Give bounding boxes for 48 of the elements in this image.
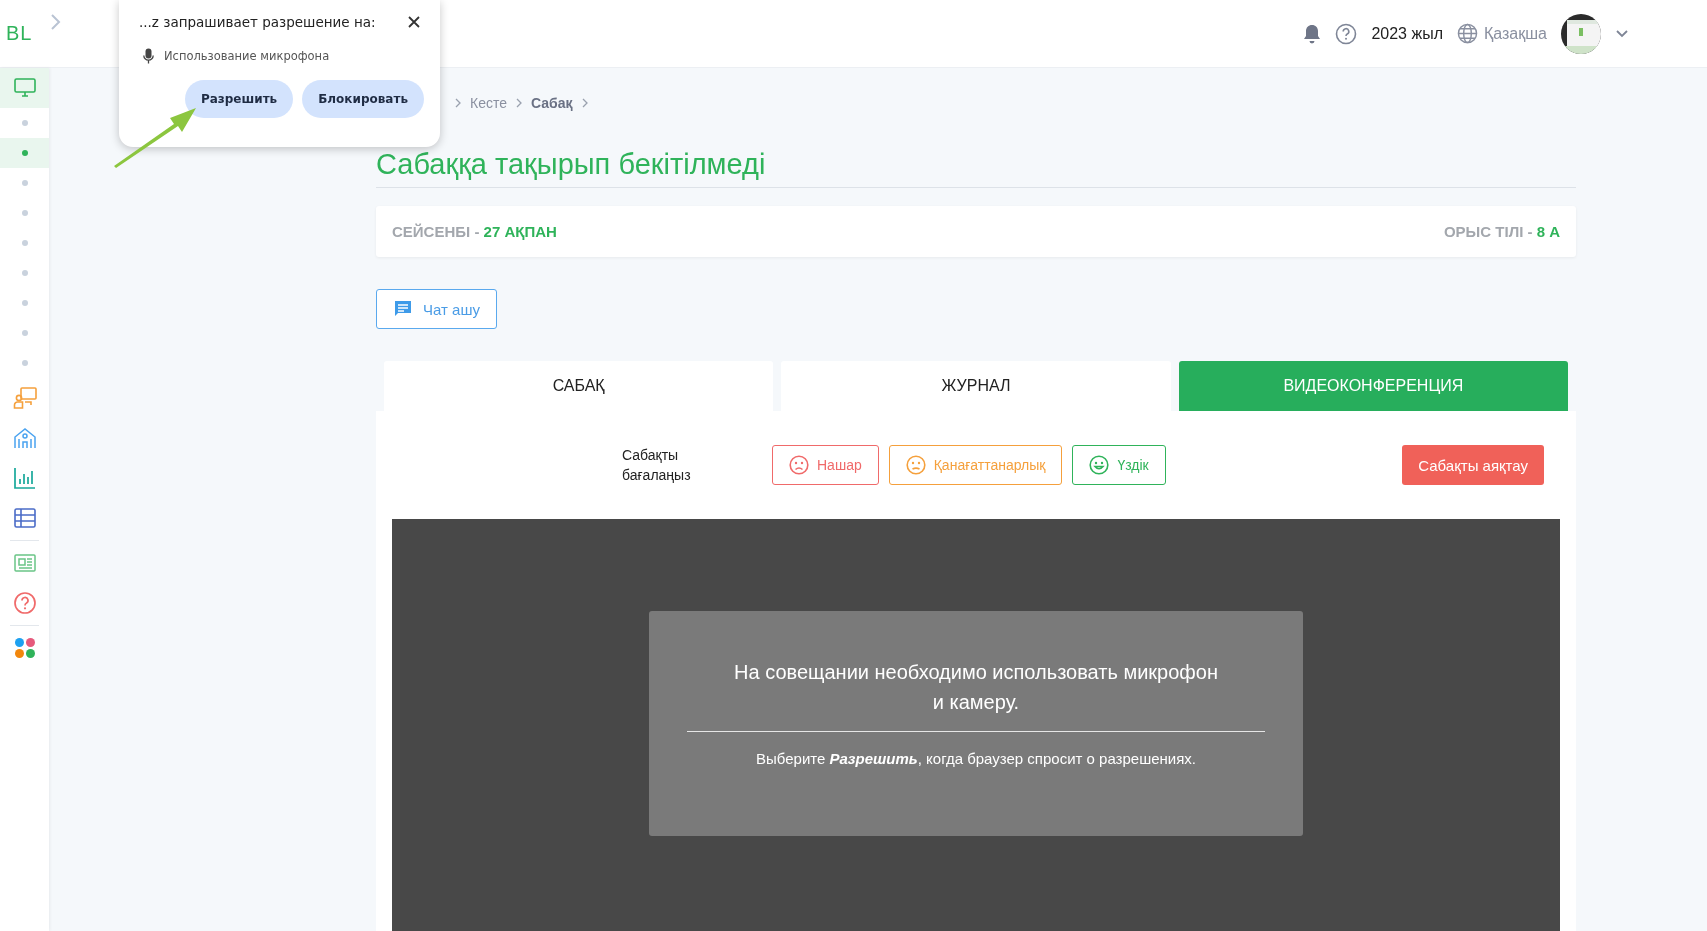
chevron-right-icon xyxy=(454,98,462,108)
close-icon[interactable] xyxy=(408,16,420,28)
allow-button[interactable]: Разрешить xyxy=(184,80,294,118)
frown-face-icon xyxy=(905,455,926,475)
chevron-down-icon[interactable] xyxy=(1615,28,1629,39)
sidebar-item[interactable] xyxy=(0,138,49,168)
table-icon xyxy=(12,506,37,530)
chat-button[interactable]: Чат ашу xyxy=(376,289,497,329)
popup-title: ...z запрашивает разрешение на: xyxy=(139,14,376,30)
bar-chart-icon xyxy=(12,466,37,490)
help-icon[interactable] xyxy=(1335,22,1358,45)
smile-face-icon xyxy=(1089,455,1110,475)
globe-icon[interactable] xyxy=(1457,23,1478,44)
breadcrumb-link[interactable]: Кесте xyxy=(470,95,507,111)
tab[interactable]: САБАҚ xyxy=(384,361,774,411)
monitor-icon xyxy=(12,76,37,100)
microphone-icon xyxy=(143,48,154,64)
notice-message: На совещании необходимо использовать микрофон и камеру. xyxy=(687,657,1265,732)
rating-button[interactable]: Нашар xyxy=(772,445,879,485)
sad-face-icon xyxy=(789,455,809,475)
help-icon xyxy=(12,591,37,615)
rating-label: Сабақты бағалаңыз xyxy=(622,446,692,485)
page-title: Сабаққа тақырып бекітілмеді xyxy=(376,148,1576,188)
year-selector[interactable]: 2023 жыл xyxy=(1371,24,1443,43)
breadcrumb-current: Сабақ xyxy=(531,95,573,111)
building-icon xyxy=(12,426,37,450)
sidebar-item[interactable] xyxy=(0,68,49,108)
notice-hint: Выберите Разрешить, когда браузер спросит о разрешениях. xyxy=(755,750,1197,767)
apps-icon xyxy=(12,636,37,660)
tab[interactable]: ВИДЕОКОНФЕРЕНЦИЯ xyxy=(1178,361,1568,411)
rating-button[interactable]: Қанағаттанарлық xyxy=(888,445,1063,485)
tab[interactable]: ЖУРНАЛ xyxy=(781,361,1171,411)
subject-label: ОРЫС ТІЛІ - xyxy=(1443,223,1533,240)
permission-text: Использование микрофона xyxy=(164,49,330,63)
class-label: 8 А xyxy=(1536,223,1560,240)
presenter-icon xyxy=(12,386,37,410)
chat-icon xyxy=(393,299,413,319)
block-button[interactable]: Блокировать xyxy=(302,80,424,118)
chevron-right-icon xyxy=(580,98,589,108)
day-label: СЕЙСЕНБІ - xyxy=(392,223,480,240)
language-selector[interactable]: Қазақша xyxy=(1484,24,1547,43)
newspaper-icon xyxy=(12,551,37,575)
chevron-right-icon xyxy=(515,98,523,108)
bell-icon[interactable] xyxy=(1303,23,1322,44)
end-lesson-button[interactable]: Сабақты аяқтау xyxy=(1402,445,1544,485)
date-label: 27 АҚПАН xyxy=(483,223,557,240)
rating-button[interactable]: Үздік xyxy=(1072,445,1166,485)
logo[interactable]: BL xyxy=(6,22,33,45)
